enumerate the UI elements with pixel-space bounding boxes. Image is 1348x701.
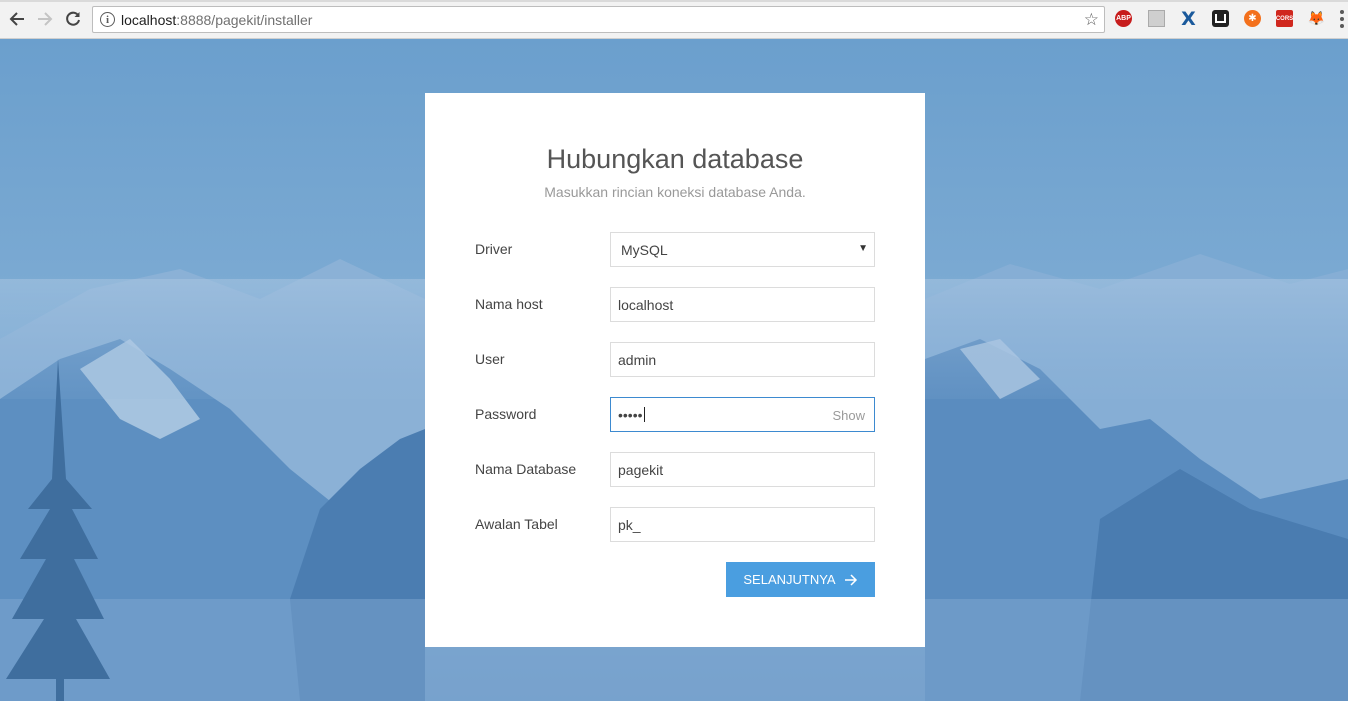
cors-icon[interactable]: CORS <box>1276 10 1293 27</box>
forward-button[interactable] <box>34 8 56 30</box>
database-name-label: Nama Database <box>475 461 577 477</box>
user-value: admin <box>618 352 657 368</box>
address-bar[interactable]: i localhost:8888/pagekit/installer ☆ <box>92 6 1105 33</box>
page-subtitle: Masukkan rincian koneksi database Anda. <box>544 184 806 200</box>
arrow-right-icon <box>844 573 857 586</box>
arrow-right-icon <box>38 12 53 26</box>
orange-extension-icon[interactable]: ✱ <box>1244 10 1261 27</box>
tab-strip <box>0 0 1348 2</box>
page-title: Hubungkan database <box>546 144 804 174</box>
abp-icon[interactable]: ABP <box>1115 10 1132 27</box>
driver-value: MySQL <box>621 242 668 258</box>
password-input[interactable]: ••••• Show <box>610 397 875 432</box>
text-cursor <box>643 407 645 422</box>
host-label: Nama host <box>475 296 543 312</box>
driver-label: Driver <box>475 241 513 257</box>
url-path: :8888/pagekit/installer <box>176 12 313 28</box>
database-name-value: pagekit <box>618 462 664 478</box>
host-input[interactable]: localhost <box>610 287 875 322</box>
x-extension-icon[interactable]: X <box>1180 8 1197 30</box>
password-value: ••••• <box>618 407 645 423</box>
reload-icon <box>66 11 80 26</box>
password-label: Password <box>475 406 537 422</box>
browser-toolbar: i localhost:8888/pagekit/installer ☆ ABP… <box>0 0 1348 39</box>
back-button[interactable] <box>6 8 28 30</box>
arrow-left-icon <box>9 12 24 26</box>
show-password-toggle[interactable]: Show <box>832 408 865 423</box>
table-prefix-value: pk_ <box>618 517 641 533</box>
document-icon[interactable] <box>1148 10 1165 27</box>
fox-extension-icon[interactable]: 🦊 <box>1308 10 1325 27</box>
driver-select[interactable]: MySQL ▼ <box>610 232 875 267</box>
database-name-input[interactable]: pagekit <box>610 452 875 487</box>
bookmark-star-icon[interactable]: ☆ <box>1084 10 1099 30</box>
user-input[interactable]: admin <box>610 342 875 377</box>
url-text[interactable]: localhost:8888/pagekit/installer <box>121 12 312 28</box>
info-icon[interactable]: i <box>100 12 115 27</box>
table-prefix-label: Awalan Tabel <box>475 516 558 532</box>
chevron-down-icon: ▼ <box>858 243 868 254</box>
host-value: localhost <box>618 297 674 313</box>
table-prefix-input[interactable]: pk_ <box>610 507 875 542</box>
next-button-label: SELANJUTNYA <box>743 572 836 587</box>
password-dots: ••••• <box>618 407 643 423</box>
installer-card: Hubungkan database Masukkan rincian kone… <box>425 93 925 647</box>
url-host: localhost <box>121 12 177 28</box>
pocket-icon[interactable] <box>1212 10 1229 27</box>
user-label: User <box>475 351 505 367</box>
browser-menu-icon[interactable] <box>1340 10 1344 28</box>
next-button[interactable]: SELANJUTNYA <box>726 562 875 597</box>
reload-button[interactable] <box>62 8 84 30</box>
